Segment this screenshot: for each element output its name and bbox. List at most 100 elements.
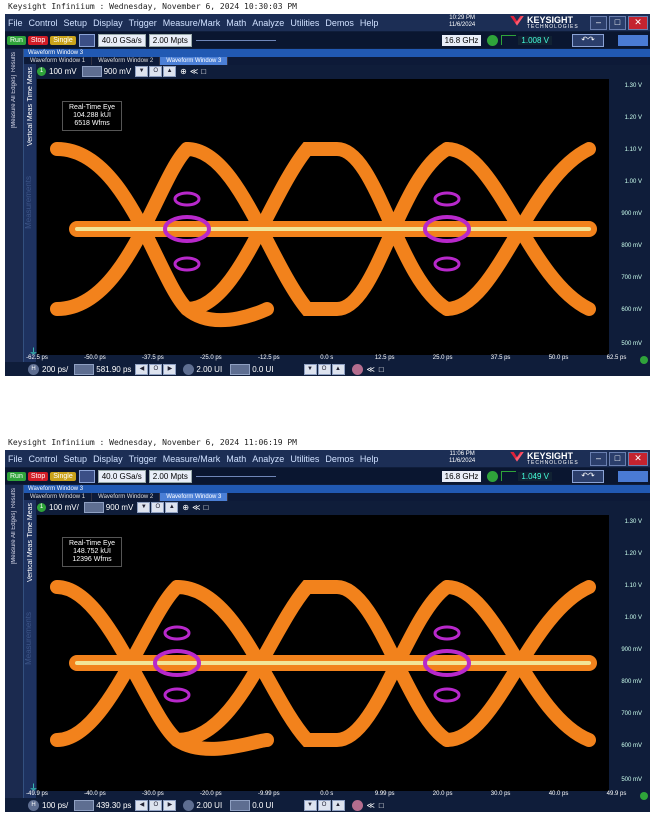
vertical-meas-tab[interactable]: Vertical Meas [27,540,34,582]
menu-measure-mark[interactable]: Measure/Mark [160,454,224,464]
menu-analyze[interactable]: Analyze [249,18,287,28]
unit-interval-icon[interactable] [183,363,195,375]
menu-math[interactable]: Math [223,454,249,464]
menu-control[interactable]: Control [26,454,61,464]
run-button[interactable]: Run [7,35,26,45]
ui-span[interactable]: 2.00 UI [196,801,222,810]
horizontal-scale[interactable]: 100 ps/ [42,801,68,810]
menu-math[interactable]: Math [223,18,249,28]
menu-measure-mark[interactable]: Measure/Mark [160,18,224,28]
menu-setup[interactable]: Setup [61,454,91,464]
channel-1-icon[interactable]: 1 [37,67,46,76]
single-button[interactable]: Single [50,35,76,45]
zero-icon[interactable]: O [151,502,165,513]
collapse-icon[interactable]: ≪ [190,67,198,76]
single-button[interactable]: Single [50,471,76,481]
horizontal-position[interactable]: 439.30 ps [96,801,131,810]
channel-1-icon[interactable]: 1 [37,503,46,512]
record-icon[interactable] [351,363,363,375]
ui-offset[interactable]: 0.0 UI [252,801,273,810]
tab-waveform-window-3[interactable]: Waveform Window 3 [160,493,229,501]
ui-stepper[interactable] [230,799,251,811]
window-icon[interactable]: □ [203,503,208,512]
fft-icon[interactable] [618,34,648,46]
up-icon[interactable]: ▲ [163,66,177,77]
down-icon[interactable]: ▼ [135,66,149,77]
window-icon[interactable]: □ [201,67,206,76]
vertical-offset[interactable]: 900 mV [106,503,134,512]
restore-icon[interactable]: □ [609,16,626,30]
menu-demos[interactable]: Demos [322,18,357,28]
stop-button[interactable]: Stop [27,471,49,481]
menu-utilities[interactable]: Utilities [287,454,322,464]
minimize-icon[interactable]: – [590,16,607,30]
menu-file[interactable]: File [5,454,26,464]
fft-icon[interactable] [618,470,648,482]
zero-icon[interactable]: O [317,363,331,375]
vscale-stepper[interactable] [83,502,104,513]
results-tab[interactable]: Results [11,488,17,508]
down-icon[interactable]: ▼ [303,363,317,375]
left-icon[interactable]: ◀ [135,363,149,375]
trigger-level-field[interactable]: 1.049 V [518,471,552,481]
tab-waveform-window-2[interactable]: Waveform Window 2 [92,493,161,501]
hscale-stepper[interactable] [74,363,95,375]
zero-icon[interactable]: O [149,66,163,77]
tab-waveform-window-3[interactable]: Waveform Window 3 [160,57,229,65]
bandwidth-field[interactable]: 16.8 GHz [441,470,482,482]
unit-interval-icon[interactable] [183,799,195,811]
horizontal-position[interactable]: 581.90 ps [96,365,131,374]
auto-scale-icon[interactable] [78,469,95,483]
up-icon[interactable]: ▲ [331,363,345,375]
sample-rate-field[interactable]: 40.0 GSa/s [97,33,146,47]
trigger-edge-icon[interactable] [501,471,517,481]
eye-diagram-display[interactable]: Real-Time Eye 104.288 kUI 6518 Wfms [37,79,609,355]
up-icon[interactable]: ▲ [331,799,345,811]
stop-button[interactable]: Stop [27,35,49,45]
left-icon[interactable]: ◀ [135,799,149,811]
results-tab[interactable]: Results [11,52,17,72]
close-icon[interactable]: ✕ [628,16,648,30]
tab-waveform-window-2[interactable]: Waveform Window 2 [92,57,161,65]
measure-all-edges-tab[interactable]: [Measure All Edges] [11,511,17,564]
collapse-icon[interactable]: ≪ [367,365,375,374]
horizontal-icon[interactable]: H [28,799,39,811]
measure-all-edges-tab[interactable]: [Measure All Edges] [11,75,17,128]
ui-offset[interactable]: 0.0 UI [252,365,273,374]
minimize-icon[interactable]: – [590,452,607,466]
vertical-scale[interactable]: 100 mV/ [49,503,79,512]
menu-display[interactable]: Display [90,18,126,28]
zero-icon[interactable]: O [317,799,331,811]
memory-slider[interactable] [195,475,276,477]
ui-stepper[interactable] [230,363,251,375]
trigger-channel-icon[interactable] [487,34,499,46]
add-icon[interactable]: ⊕ [180,67,187,76]
add-icon[interactable]: ⊕ [182,503,189,512]
vertical-offset[interactable]: 900 mV [104,67,132,76]
vscale-stepper[interactable] [81,66,102,77]
up-icon[interactable]: ▲ [165,502,179,513]
menu-file[interactable]: File [5,18,26,28]
hscale-stepper[interactable] [74,799,95,811]
menu-setup[interactable]: Setup [61,18,91,28]
run-button[interactable]: Run [7,471,26,481]
trigger-level-field[interactable]: 1.008 V [518,35,552,45]
menu-trigger[interactable]: Trigger [126,18,160,28]
bandwidth-field[interactable]: 16.8 GHz [441,34,482,46]
record-icon[interactable] [351,799,363,811]
collapse-icon[interactable]: ≪ [367,801,375,810]
vertical-scale[interactable]: 100 mV [49,67,77,76]
window-icon[interactable]: □ [379,365,384,374]
window-icon[interactable]: □ [379,801,384,810]
memory-depth-field[interactable]: 2.00 Mpts [148,33,192,47]
undo-redo-icon[interactable]: ↶↷ [572,33,604,47]
menu-demos[interactable]: Demos [322,454,357,464]
sample-rate-field[interactable]: 40.0 GSa/s [97,469,146,483]
eye-diagram-display[interactable]: Real-Time Eye 148.752 kUI 12396 Wfms [37,515,609,791]
trigger-edge-icon[interactable] [501,35,517,45]
horizontal-icon[interactable]: H [28,363,39,375]
menu-help[interactable]: Help [357,18,382,28]
menu-control[interactable]: Control [26,18,61,28]
right-icon[interactable]: ▶ [163,799,177,811]
center-icon[interactable]: O [149,799,163,811]
